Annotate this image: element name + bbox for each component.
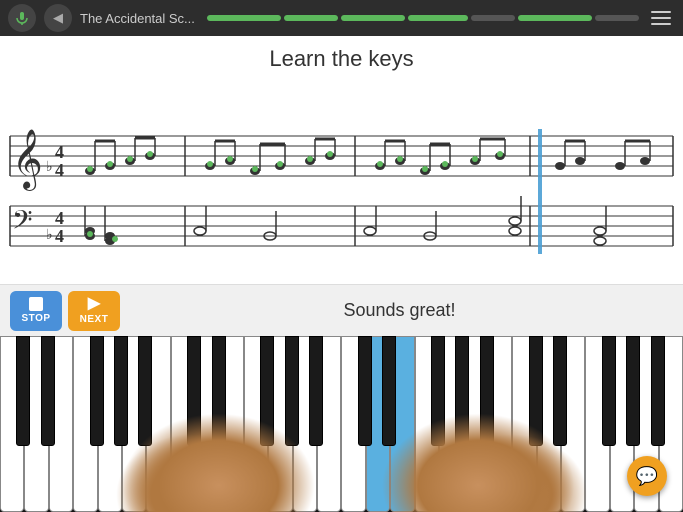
white-key[interactable] <box>463 336 487 512</box>
controls-bar: STOP ▶ NEXT Sounds great! <box>0 284 683 336</box>
piano-area: 💬 <box>0 336 683 512</box>
page-title: Learn the keys <box>0 36 683 72</box>
song-title: The Accidental Sc... <box>80 11 195 26</box>
white-key[interactable] <box>512 336 536 512</box>
progress-seg-1 <box>207 15 281 21</box>
svg-text:♭: ♭ <box>46 228 53 243</box>
white-key[interactable] <box>244 336 268 512</box>
white-key[interactable] <box>220 336 244 512</box>
white-keys <box>0 336 683 512</box>
progress-seg-2 <box>284 15 338 21</box>
white-key[interactable] <box>585 336 609 512</box>
staff-notation: 𝄞 𝄢 4 4 4 4 ♭ ♭ <box>0 76 683 266</box>
white-key[interactable] <box>561 336 585 512</box>
next-button[interactable]: ▶ NEXT <box>68 291 120 331</box>
status-text: Sounds great! <box>126 300 673 321</box>
stop-button[interactable]: STOP <box>10 291 62 331</box>
white-key[interactable] <box>366 336 390 512</box>
progress-bar <box>207 15 639 21</box>
svg-text:4: 4 <box>55 226 64 246</box>
progress-seg-5 <box>471 15 515 21</box>
menu-button[interactable] <box>647 4 675 32</box>
menu-line-1 <box>651 11 671 13</box>
support-button[interactable]: 💬 <box>627 456 667 496</box>
white-key[interactable] <box>122 336 146 512</box>
back-button[interactable]: ◀ <box>44 4 72 32</box>
white-key[interactable] <box>195 336 219 512</box>
white-key[interactable] <box>171 336 195 512</box>
white-key[interactable] <box>537 336 561 512</box>
menu-line-2 <box>651 17 671 19</box>
white-key[interactable] <box>24 336 48 512</box>
white-key[interactable] <box>49 336 73 512</box>
white-key[interactable] <box>73 336 97 512</box>
next-label: NEXT <box>80 314 109 325</box>
svg-text:4: 4 <box>55 208 64 228</box>
chat-icon: 💬 <box>636 466 658 487</box>
white-key[interactable] <box>98 336 122 512</box>
stop-label: STOP <box>21 313 50 324</box>
white-key[interactable] <box>415 336 439 512</box>
header-bar: ◀ The Accidental Sc... <box>0 0 683 36</box>
svg-text:4: 4 <box>55 160 64 180</box>
white-key[interactable] <box>439 336 463 512</box>
white-key[interactable] <box>317 336 341 512</box>
menu-line-3 <box>651 23 671 25</box>
svg-text:𝄢: 𝄢 <box>12 205 33 241</box>
progress-seg-4 <box>408 15 467 21</box>
svg-text:4: 4 <box>55 142 64 162</box>
white-key[interactable] <box>488 336 512 512</box>
stop-icon <box>29 297 43 311</box>
progress-seg-7 <box>595 15 639 21</box>
white-key[interactable] <box>390 336 414 512</box>
white-key[interactable] <box>268 336 292 512</box>
progress-seg-3 <box>341 15 405 21</box>
sheet-music-area: Learn the keys 𝄞 𝄢 4 4 4 4 <box>0 36 683 284</box>
white-key[interactable] <box>0 336 24 512</box>
progress-seg-6 <box>518 15 592 21</box>
svg-text:♭: ♭ <box>46 160 53 175</box>
white-key[interactable] <box>341 336 365 512</box>
white-key[interactable] <box>293 336 317 512</box>
mic-button[interactable] <box>8 4 36 32</box>
svg-text:𝄞: 𝄞 <box>12 129 43 191</box>
next-icon: ▶ <box>88 296 100 312</box>
white-key[interactable] <box>146 336 170 512</box>
